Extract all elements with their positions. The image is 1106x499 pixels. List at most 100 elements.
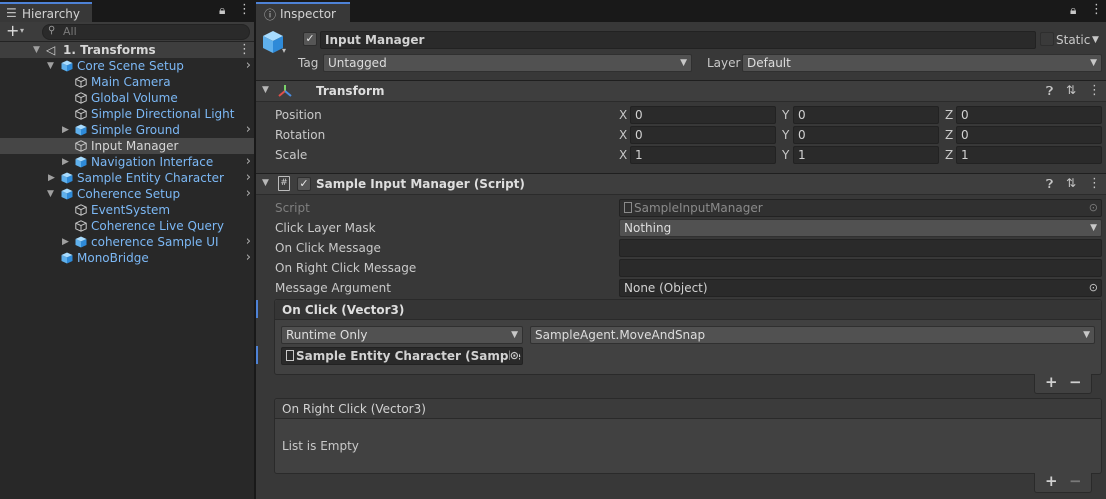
gameobject-cube-icon — [75, 124, 87, 136]
expand-arrow-icon[interactable]: ▼ — [33, 42, 40, 58]
hierarchy-item-label: Core Scene Setup — [77, 59, 184, 73]
chevron-right-icon[interactable]: › — [246, 186, 251, 202]
hierarchy-item[interactable]: ▶ Sample Entity Character › — [0, 170, 254, 186]
component-menu-icon[interactable]: ⋮ — [1088, 83, 1101, 98]
hierarchy-item[interactable]: MonoBridge › — [0, 250, 254, 266]
transform-row-label: Scale — [275, 148, 308, 162]
inspector-tab[interactable]: ⓘ Inspector — [256, 2, 350, 22]
help-icon[interactable]: ❓︎ — [1046, 177, 1053, 192]
on-right-click-message-field[interactable] — [619, 259, 1102, 277]
hierarchy-item[interactable]: Coherence Live Query — [0, 218, 254, 234]
x-value-field[interactable]: 1 — [630, 146, 776, 164]
lock-icon[interactable]: 🔒︎ — [1070, 3, 1076, 18]
script-component-header[interactable]: ▼ # ✓ Sample Input Manager (Script) ❓︎ ⇅… — [256, 173, 1106, 195]
hierarchy-tab[interactable]: ☰ Hierarchy — [0, 2, 92, 22]
function-dropdown[interactable]: SampleAgent.MoveAndSnap ▼ — [530, 326, 1095, 344]
chevron-right-icon[interactable]: › — [246, 170, 251, 186]
gameobject-cube-icon — [75, 92, 87, 104]
hierarchy-item[interactable]: ▶ Simple Ground › — [0, 122, 254, 138]
axis-x-label[interactable]: X — [619, 128, 627, 142]
hierarchy-item-label: Global Volume — [91, 91, 178, 105]
collapse-arrow-icon[interactable]: ▶ — [62, 122, 69, 138]
foldout-arrow-icon[interactable]: ▼ — [262, 85, 269, 95]
presets-icon[interactable]: ⇅ — [1066, 83, 1076, 97]
axis-z-label[interactable]: Z — [945, 148, 953, 162]
selection-marker — [256, 300, 258, 318]
layer-dropdown[interactable]: Default ▼ — [742, 54, 1102, 72]
active-checkbox[interactable]: ✓ — [303, 32, 317, 46]
hierarchy-item[interactable]: Input Manager — [0, 138, 254, 154]
on-right-click-event-header: On Right Click (Vector3) — [275, 399, 1101, 419]
on-click-message-field[interactable] — [619, 239, 1102, 257]
transform-header[interactable]: ▼ Transform ❓︎ ⇅ ⋮ — [256, 80, 1106, 102]
click-layer-mask-dropdown[interactable]: Nothing ▼ — [619, 219, 1102, 237]
hierarchy-item[interactable]: ▶ Navigation Interface › — [0, 154, 254, 170]
hierarchy-search-input[interactable]: ⚲ All — [42, 24, 250, 40]
x-value-field[interactable]: 0 — [630, 106, 776, 124]
axis-z-label[interactable]: Z — [945, 108, 953, 122]
chevron-right-icon[interactable]: › — [246, 122, 251, 138]
collapse-arrow-icon[interactable]: ▶ — [62, 234, 69, 250]
on-right-click-event-list: On Right Click (Vector3) List is Empty — [274, 398, 1102, 474]
object-picker-icon[interactable]: ⊙ — [1089, 280, 1098, 296]
static-checkbox[interactable] — [1040, 32, 1054, 46]
chevron-right-icon[interactable]: › — [246, 58, 251, 74]
chevron-right-icon[interactable]: › — [246, 250, 251, 266]
hierarchy-item[interactable]: ▼ Coherence Setup › — [0, 186, 254, 202]
lock-icon[interactable]: 🔒︎ — [219, 3, 225, 18]
y-value-field[interactable]: 0 — [793, 126, 939, 144]
add-item-button[interactable]: + — [1045, 472, 1058, 490]
object-name-field[interactable]: Input Manager — [320, 31, 1036, 49]
hierarchy-item[interactable]: Main Camera — [0, 74, 254, 90]
hierarchy-item[interactable]: ▶ coherence Sample UI › — [0, 234, 254, 250]
chevron-right-icon[interactable]: › — [246, 234, 251, 250]
axis-y-label[interactable]: Y — [782, 148, 789, 162]
hierarchy-item[interactable]: Global Volume — [0, 90, 254, 106]
hierarchy-item[interactable]: ▼ Core Scene Setup › — [0, 58, 254, 74]
on-click-list-controls: + − — [1034, 373, 1092, 394]
x-value-field[interactable]: 0 — [630, 126, 776, 144]
chevron-right-icon[interactable]: › — [246, 154, 251, 170]
foldout-arrow-icon[interactable]: ▼ — [262, 178, 269, 188]
script-enabled-checkbox[interactable]: ✓ — [297, 177, 311, 191]
y-value-field[interactable]: 0 — [793, 106, 939, 124]
event-target-field[interactable]: Sample Entity Character (Sample Ag ⊙ — [281, 347, 523, 365]
z-value-field[interactable]: 0 — [956, 106, 1102, 124]
y-value-field[interactable]: 1 — [793, 146, 939, 164]
on-click-event-title: On Click (Vector3) — [282, 303, 405, 317]
chevron-down-icon: ▼ — [1083, 330, 1090, 340]
scene-row[interactable]: ▼ ◁ 1. Transforms ⋮ — [0, 42, 254, 58]
axis-x-label[interactable]: X — [619, 108, 627, 122]
scene-menu-icon[interactable]: ⋮ — [238, 42, 251, 58]
add-item-button[interactable]: + — [1045, 373, 1058, 391]
remove-item-button[interactable]: − — [1069, 373, 1082, 391]
component-menu-icon[interactable]: ⋮ — [1088, 176, 1101, 191]
static-dropdown-icon[interactable]: ▼ — [1092, 35, 1099, 45]
axis-z-label[interactable]: Z — [945, 128, 953, 142]
runtime-dropdown[interactable]: Runtime Only ▼ — [281, 326, 523, 344]
axis-x-label[interactable]: X — [619, 148, 627, 162]
icon-dropdown-icon[interactable]: ▾ — [282, 46, 286, 55]
gameobject-cube-icon[interactable] — [262, 30, 284, 54]
add-dropdown-icon[interactable]: ▾ — [20, 26, 24, 35]
z-value-field[interactable]: 0 — [956, 126, 1102, 144]
chevron-down-icon: ▼ — [1090, 223, 1097, 233]
collapse-arrow-icon[interactable]: ▶ — [62, 154, 69, 170]
more-options-icon[interactable]: ⋮ — [1090, 2, 1103, 17]
z-value-field[interactable]: 1 — [956, 146, 1102, 164]
add-icon[interactable]: + — [6, 21, 19, 40]
help-icon[interactable]: ❓︎ — [1046, 84, 1053, 99]
more-options-icon[interactable]: ⋮ — [238, 2, 251, 17]
object-picker-icon[interactable]: ⊙ — [509, 348, 519, 364]
presets-icon[interactable]: ⇅ — [1066, 176, 1076, 190]
hierarchy-item[interactable]: EventSystem — [0, 202, 254, 218]
collapse-arrow-icon[interactable]: ▶ — [48, 170, 55, 186]
axis-y-label[interactable]: Y — [782, 108, 789, 122]
axis-y-label[interactable]: Y — [782, 128, 789, 142]
hierarchy-item[interactable]: Simple Directional Light — [0, 106, 254, 122]
expand-arrow-icon[interactable]: ▼ — [47, 186, 54, 202]
gameobject-cube-icon — [75, 140, 87, 152]
message-argument-field[interactable]: None (Object) ⊙ — [619, 279, 1102, 297]
tag-dropdown[interactable]: Untagged ▼ — [323, 54, 692, 72]
expand-arrow-icon[interactable]: ▼ — [47, 58, 54, 74]
